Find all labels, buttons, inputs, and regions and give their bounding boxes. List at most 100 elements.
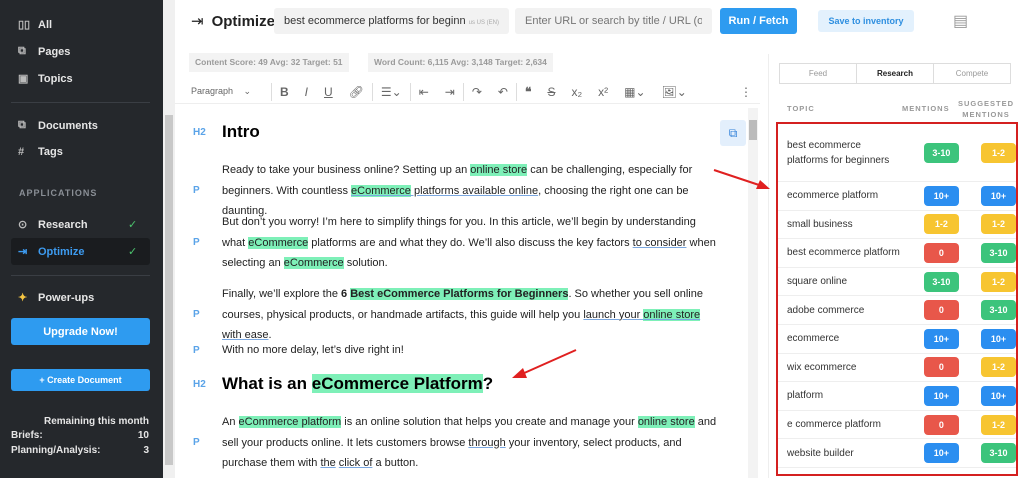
editor-toolbar: Paragraph ⌄ B I U 🔗︎ ☰⌄ ⇤ ⇥ ↷ ↶ ❝ S x₂ x…	[175, 80, 760, 104]
table-row[interactable]: e commerce platform 0 1-2	[778, 411, 1016, 440]
tab-feed[interactable]: Feed	[780, 64, 857, 83]
url-input[interactable]	[515, 8, 712, 34]
block-type-label: P	[193, 237, 200, 248]
redo-icon[interactable]: ↷	[464, 85, 490, 99]
table-row[interactable]: square online 3-10 1-2	[778, 268, 1016, 297]
optimize-icon: ⇥	[191, 12, 204, 30]
text-run: solution.	[344, 257, 388, 269]
table-row[interactable]: adobe commerce 0 3-10	[778, 296, 1016, 325]
tab-research[interactable]: Research	[857, 64, 934, 83]
mentions-badge: 3-10	[924, 143, 959, 163]
sidebar-item-tags[interactable]: #Tags	[18, 146, 63, 158]
tab-compete[interactable]: Compete	[934, 64, 1010, 83]
hash-icon: #	[18, 146, 30, 158]
sidebar-item-research[interactable]: ⊙Research	[18, 218, 88, 231]
sidebar-item-documents[interactable]: ⧉Documents	[18, 119, 98, 132]
save-inventory-button[interactable]: Save to inventory	[818, 10, 914, 32]
topics-icon: ▣	[18, 72, 30, 85]
keyword-highlight: online store	[470, 164, 527, 176]
word-count: Word Count: 6,115 Avg: 3,148 Target: 2,6…	[368, 53, 553, 72]
sidebar-item-powerups[interactable]: ✦Power-ups	[18, 291, 94, 304]
format-select[interactable]: Paragraph ⌄	[175, 86, 271, 97]
sidebar-item-all[interactable]: ▯▯All	[18, 18, 52, 31]
scrollbar-thumb[interactable]	[749, 120, 757, 140]
topic-name: best ecommerce platforms for beginners	[787, 138, 902, 168]
underline-icon[interactable]: U	[316, 85, 341, 99]
topic-name: website builder	[787, 446, 902, 461]
topic-name: wix ecommerce	[787, 360, 902, 375]
right-panel: Feed Research Compete TOPIC MENTIONS SUG…	[768, 54, 1024, 478]
mentions-badge: 0	[924, 415, 959, 435]
block-type-label: P	[193, 345, 200, 356]
strikethrough-icon[interactable]: S	[539, 85, 563, 99]
divider	[11, 275, 150, 276]
locale-label[interactable]: us US (EN)	[469, 20, 499, 26]
italic-icon[interactable]: I	[297, 85, 316, 99]
paragraph[interactable]: With no more delay, let’s dive right in!	[222, 340, 722, 361]
mentions-badge: 1-2	[924, 214, 959, 234]
more-icon[interactable]: ⋮	[732, 85, 760, 99]
indent-icon[interactable]: ⇤	[411, 85, 437, 99]
heading[interactable]: Intro	[222, 122, 722, 143]
table-row[interactable]: wix ecommerce 0 1-2	[778, 354, 1016, 383]
sidebar-item-optimize[interactable]: ⇥Optimize	[18, 245, 84, 258]
topic-name: best ecommerce platform	[787, 245, 902, 260]
scrollbar-thumb[interactable]	[165, 115, 173, 465]
undo-icon[interactable]: ↶	[490, 85, 516, 99]
bold-icon[interactable]: B	[272, 85, 297, 99]
table-row[interactable]: platform 10+ 10+	[778, 382, 1016, 411]
text-run: click of	[339, 457, 373, 469]
suggested-mentions-badge: 1-2	[981, 415, 1016, 435]
block-type-label: P	[193, 437, 200, 448]
sidebar: ▯▯All ⧉Pages ▣Topics ⧉Documents #Tags AP…	[0, 0, 163, 478]
sparkle-icon: ✦	[18, 291, 30, 304]
sidebar-item-label: Pages	[38, 46, 70, 58]
col-topic: TOPIC	[787, 104, 815, 113]
outdent-icon[interactable]: ⇥	[437, 85, 463, 99]
mentions-badge: 0	[924, 357, 959, 377]
editor-scrollbar[interactable]	[748, 108, 758, 478]
paragraph[interactable]: Finally, we’ll explore the 6 Best eComme…	[222, 284, 722, 346]
table-icon[interactable]: ▦⌄	[616, 85, 653, 99]
table-row[interactable]: best ecommerce platform 0 3-10	[778, 239, 1016, 268]
planning-label: Planning/Analysis:	[11, 445, 100, 456]
table-row[interactable]: ecommerce platform 10+ 10+	[778, 182, 1016, 211]
sidebar-item-label: Topics	[38, 73, 73, 85]
table-row[interactable]: ecommerce 10+ 10+	[778, 325, 1016, 354]
text-run: to consider	[633, 237, 687, 249]
create-document-button[interactable]: + Create Document	[11, 369, 150, 391]
subscript-icon[interactable]: x₂	[563, 85, 590, 99]
link-icon[interactable]: 🔗︎	[341, 85, 372, 99]
text-run: What is an	[222, 374, 312, 393]
document-icon[interactable]: ▤	[953, 11, 968, 31]
list-icon[interactable]: ☰⌄	[373, 85, 410, 99]
panel-tabs: Feed Research Compete	[779, 63, 1011, 84]
table-row[interactable]: website builder 10+ 3-10	[778, 439, 1016, 468]
keyword-highlight: eCommerce	[284, 257, 344, 269]
text-run: Finally, we’ll explore the	[222, 288, 341, 300]
paragraph[interactable]: But don’t you worry! I’m here to simplif…	[222, 212, 722, 274]
run-fetch-button[interactable]: Run / Fetch	[720, 8, 797, 34]
text-run: An	[222, 416, 239, 428]
block-type-label: P	[193, 185, 200, 196]
sidebar-item-pages[interactable]: ⧉Pages	[18, 45, 70, 58]
col-suggested: SUGGESTED MENTIONS	[955, 98, 1017, 120]
keyword-input[interactable]: best ecommerce platforms for beginn us U…	[274, 8, 509, 34]
paragraph[interactable]: An eCommerce platform is an online solut…	[222, 412, 722, 474]
quote-icon[interactable]: ❝	[517, 85, 539, 99]
sidebar-item-topics[interactable]: ▣ Topics	[18, 72, 73, 85]
keyword-value: best ecommerce platforms for beginn	[284, 15, 466, 27]
upgrade-button[interactable]: Upgrade Now!	[11, 318, 150, 345]
page-scrollbar[interactable]	[163, 0, 175, 478]
mentions-badge: 10+	[924, 329, 959, 349]
superscript-icon[interactable]: x²	[590, 85, 616, 99]
table-row[interactable]: best ecommerce platforms for beginners 3…	[778, 124, 1016, 182]
copy-icon[interactable]: ⧉	[720, 120, 746, 146]
sidebar-item-label: All	[38, 19, 52, 31]
heading[interactable]: What is an eCommerce Platform?	[222, 374, 722, 395]
mentions-badge: 0	[924, 243, 959, 263]
editor-content[interactable]: H2IntroPReady to take your business onli…	[175, 108, 745, 478]
image-icon[interactable]: 🖼︎⌄	[654, 85, 695, 99]
mentions-badge: 10+	[924, 186, 959, 206]
table-row[interactable]: small business 1-2 1-2	[778, 211, 1016, 240]
